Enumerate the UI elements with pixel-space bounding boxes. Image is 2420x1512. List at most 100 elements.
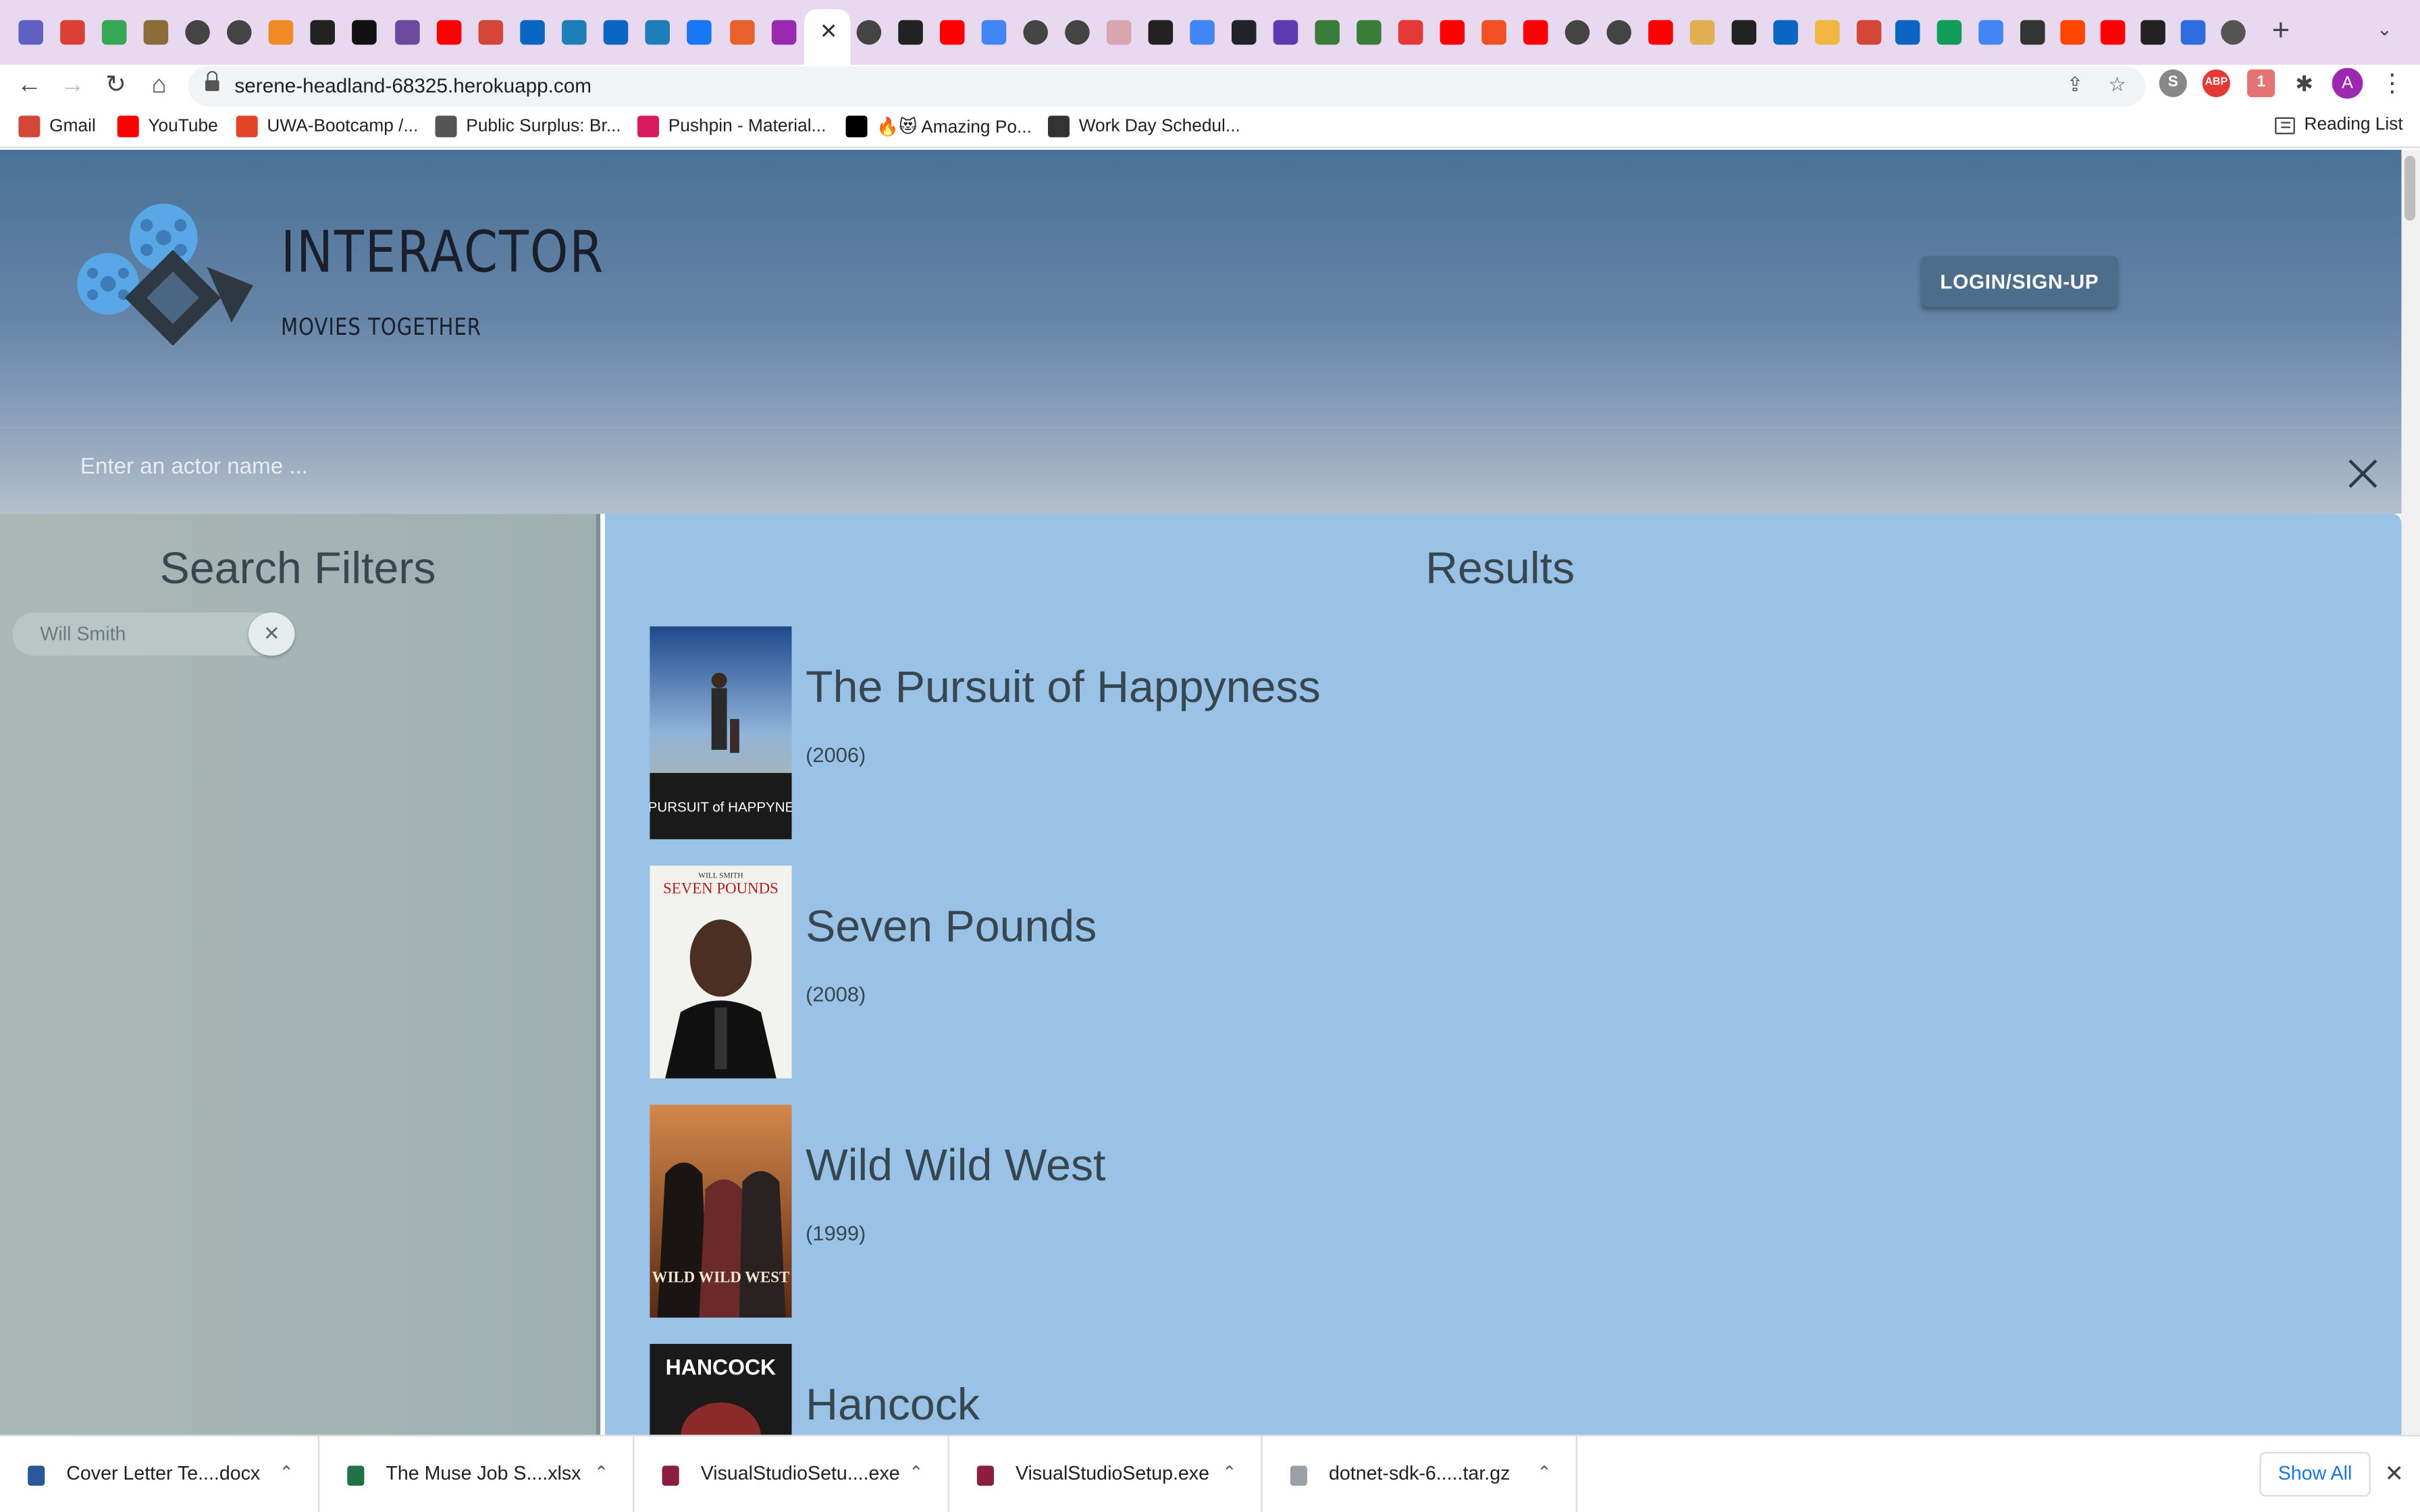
download-options-chevron-icon[interactable]: ⌃ (594, 1463, 608, 1482)
youtube-icon[interactable] (1440, 20, 1465, 45)
github-icon[interactable] (1148, 20, 1174, 45)
docs-icon[interactable] (1978, 20, 2003, 45)
login-signup-button[interactable]: LOGIN/SIGN-UP (1921, 256, 2118, 307)
globe-icon[interactable] (226, 20, 252, 45)
react-icon[interactable] (1231, 20, 1257, 45)
reading-list-button[interactable]: Reading List (2275, 115, 2403, 134)
r-icon[interactable] (730, 20, 755, 45)
cube-icon[interactable] (1689, 20, 1715, 45)
movie-poster[interactable]: HANCOCK (650, 1343, 792, 1435)
globe-icon[interactable] (856, 20, 882, 45)
remove-filter-icon[interactable]: ✕ (248, 612, 295, 656)
adblock-extension-icon[interactable]: ABP (2202, 69, 2230, 97)
tasks-icon[interactable] (18, 20, 43, 45)
back-icon[interactable]: ← (12, 70, 46, 103)
globe-icon[interactable] (1606, 20, 1631, 45)
github-icon[interactable] (2140, 20, 2165, 45)
jira-icon[interactable] (2020, 20, 2045, 45)
amazon-icon[interactable] (898, 20, 923, 45)
movie-result[interactable]: WILL SMITH SEVEN POUNDS Seven Pounds (20… (650, 865, 2347, 1079)
skype-extension-icon[interactable]: S (2159, 69, 2187, 97)
extensions-puzzle-icon[interactable]: ✱ (2290, 70, 2318, 97)
google-icon[interactable] (1190, 20, 1215, 45)
movie-result[interactable]: HANCOCK Hancock (650, 1343, 2347, 1435)
movie-title[interactable]: Wild Wild West (806, 1141, 1105, 1192)
extension-badge-icon[interactable]: 1 (2246, 69, 2276, 97)
play-icon[interactable] (645, 20, 670, 45)
download-item[interactable]: The Muse Job S....xlsx ⌃ (319, 1436, 635, 1512)
download-options-chevron-icon[interactable]: ⌃ (1537, 1463, 1552, 1482)
linkedin-icon[interactable] (1773, 20, 1798, 45)
purple-icon[interactable] (771, 20, 797, 45)
star-icon[interactable] (1398, 20, 1423, 45)
gmail-icon[interactable] (1856, 20, 1882, 45)
todoist-icon[interactable] (60, 20, 85, 45)
google-icon[interactable] (981, 20, 1007, 45)
w-icon[interactable] (395, 20, 420, 45)
linkedin-icon[interactable] (520, 20, 545, 45)
bookmark-item[interactable]: Pushpin - Material... (637, 115, 826, 138)
plus-icon[interactable] (1937, 20, 1962, 45)
cube-icon[interactable] (1814, 20, 1840, 45)
microsoft-icon[interactable] (1481, 20, 1506, 45)
movie-title[interactable]: Seven Pounds (806, 902, 1097, 953)
url-text[interactable]: serene-headland-68325.herokuapp.com (234, 74, 591, 97)
home-icon[interactable]: ⌂ (142, 70, 176, 103)
linkedin-icon[interactable] (1895, 20, 1920, 45)
new-tab-icon[interactable]: + (2272, 14, 2290, 50)
page-scrollbar[interactable] (2401, 149, 2420, 1435)
download-item[interactable]: dotnet-sdk-6.....tar.gz ⌃ (1263, 1436, 1577, 1512)
movie-result[interactable]: thePURSUIT of HAPPYNESS The Pursuit of H… (650, 626, 2347, 840)
play-icon[interactable] (561, 20, 587, 45)
scrollbar-thumb[interactable] (2404, 155, 2416, 221)
youtube-icon[interactable] (436, 20, 462, 45)
profile-avatar[interactable]: A (2332, 68, 2363, 99)
globe-icon[interactable] (185, 20, 210, 45)
bookmark-item[interactable]: Gmail (18, 115, 96, 138)
download-options-chevron-icon[interactable]: ⌃ (1222, 1463, 1236, 1482)
download-item[interactable]: Cover Letter Te....docx ⌃ (0, 1436, 320, 1512)
movie-poster[interactable]: WILD WILD WEST (650, 1104, 792, 1318)
bookmark-item[interactable]: Public Surplus: Br... (435, 115, 621, 138)
bookmark-item[interactable]: UWA-Bootcamp /... (236, 115, 418, 138)
globe-icon[interactable] (1023, 20, 1048, 45)
movie-title[interactable]: Hancock (806, 1381, 980, 1432)
w-icon[interactable] (1315, 20, 1340, 45)
reload-icon[interactable]: ↻ (99, 70, 132, 103)
globe-icon[interactable] (1564, 20, 1590, 45)
dark-icon[interactable] (310, 20, 335, 45)
z-icon[interactable] (2180, 20, 2206, 45)
bookmark-star-icon[interactable]: ☆ (2108, 72, 2126, 97)
download-item[interactable]: VisualStudioSetu....exe ⌃ (634, 1436, 949, 1512)
box-icon[interactable] (268, 20, 294, 45)
address-bar[interactable]: serene-headland-68325.herokuapp.com ⇪ ☆ (188, 66, 2146, 107)
show-all-downloads-button[interactable]: Show All (2259, 1451, 2371, 1497)
bookmark-item[interactable]: YouTube (117, 115, 218, 138)
google-drive-icon[interactable] (101, 20, 127, 45)
a-icon[interactable] (1273, 20, 1298, 45)
download-item[interactable]: VisualStudioSetup.exe ⌃ (949, 1436, 1263, 1512)
f-icon[interactable] (687, 20, 712, 45)
figure-icon[interactable] (143, 20, 169, 45)
download-options-chevron-icon[interactable]: ⌃ (280, 1463, 294, 1482)
gmail-icon[interactable] (478, 20, 504, 45)
filter-chip[interactable]: Will Smith ✕ (12, 612, 295, 656)
linkedin-icon[interactable] (603, 20, 629, 45)
browser-menu-icon[interactable]: ⋮ (2380, 68, 2405, 99)
close-download-shelf-icon[interactable]: ✕ (2384, 1459, 2404, 1488)
swirl-icon[interactable] (1106, 20, 1132, 45)
clear-search-icon[interactable] (2344, 455, 2382, 492)
bookmark-item[interactable]: Work Day Schedul... (1047, 115, 1240, 138)
youtube-icon[interactable] (939, 20, 965, 45)
share-icon[interactable]: ⇪ (2067, 72, 2084, 97)
bookmark-item[interactable]: 🔥😻 Amazing Po... (845, 115, 1032, 138)
movie-poster[interactable]: WILL SMITH SEVEN POUNDS (650, 865, 792, 1079)
youtube-icon[interactable] (1523, 20, 1548, 45)
youtube-icon[interactable] (1648, 20, 1673, 45)
hn-icon[interactable] (352, 20, 377, 45)
movie-poster[interactable]: thePURSUIT of HAPPYNESS (650, 626, 792, 840)
actor-search-input[interactable] (80, 455, 2241, 480)
globe-icon[interactable] (1065, 20, 1090, 45)
reddit-icon[interactable] (2060, 20, 2085, 45)
movie-title[interactable]: The Pursuit of Happyness (806, 664, 1321, 714)
